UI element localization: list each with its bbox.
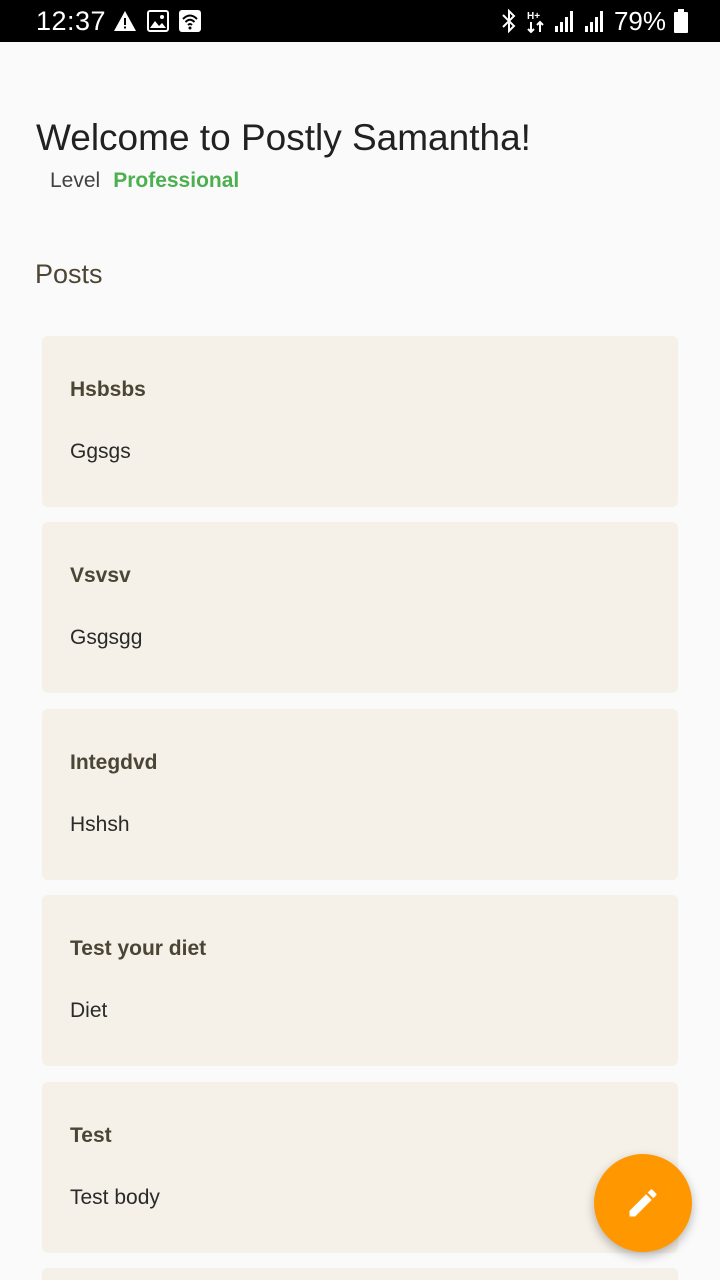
post-title: Test	[70, 1124, 112, 1147]
status-icons-right: H+ 79%	[500, 6, 688, 36]
bluetooth-icon	[500, 8, 518, 34]
edit-pencil-icon	[625, 1185, 661, 1221]
post-title: Integdvd	[70, 751, 158, 774]
status-time: 12:37	[36, 6, 107, 36]
post-card[interactable]: Integdvd Hshsh	[42, 709, 678, 880]
page-title: Welcome to Postly Samantha!	[36, 116, 531, 158]
post-body: Hshsh	[70, 813, 130, 836]
battery-icon	[674, 9, 688, 33]
status-icons-left	[113, 8, 201, 34]
post-card[interactable]: Test your diet Diet	[42, 895, 678, 1066]
svg-text:H+: H+	[527, 11, 540, 22]
post-body: Diet	[70, 999, 108, 1022]
post-title: Vsvsv	[70, 564, 131, 587]
level-value: Professional	[113, 169, 240, 192]
wifi-calling-icon	[179, 10, 201, 32]
posts-section-title: Posts	[35, 259, 103, 289]
battery-percent: 79%	[613, 6, 666, 36]
status-bar: 12:37 H+ 79%	[0, 0, 720, 42]
warning-icon	[113, 10, 137, 32]
post-body: Ggsgs	[70, 440, 131, 463]
post-body: Test body	[70, 1186, 160, 1209]
post-body: Gsgsgg	[70, 626, 143, 649]
post-title: Test your diet	[70, 937, 207, 960]
data-arrows-icon: H+	[526, 8, 546, 34]
post-title: Hsbsbs	[70, 378, 146, 401]
level-label: Level	[50, 169, 101, 192]
post-card[interactable]: Vsvsv Gsgsgg	[42, 522, 678, 693]
signal-icon	[584, 9, 606, 33]
level-row: Level Professional	[50, 169, 239, 193]
image-icon	[147, 10, 169, 32]
new-post-button[interactable]	[594, 1154, 692, 1252]
post-card[interactable]: Hsbsbs Ggsgs	[42, 336, 678, 507]
post-card-partial[interactable]	[42, 1268, 678, 1280]
signal-icon	[554, 9, 576, 33]
post-card[interactable]: Test Test body	[42, 1082, 678, 1253]
